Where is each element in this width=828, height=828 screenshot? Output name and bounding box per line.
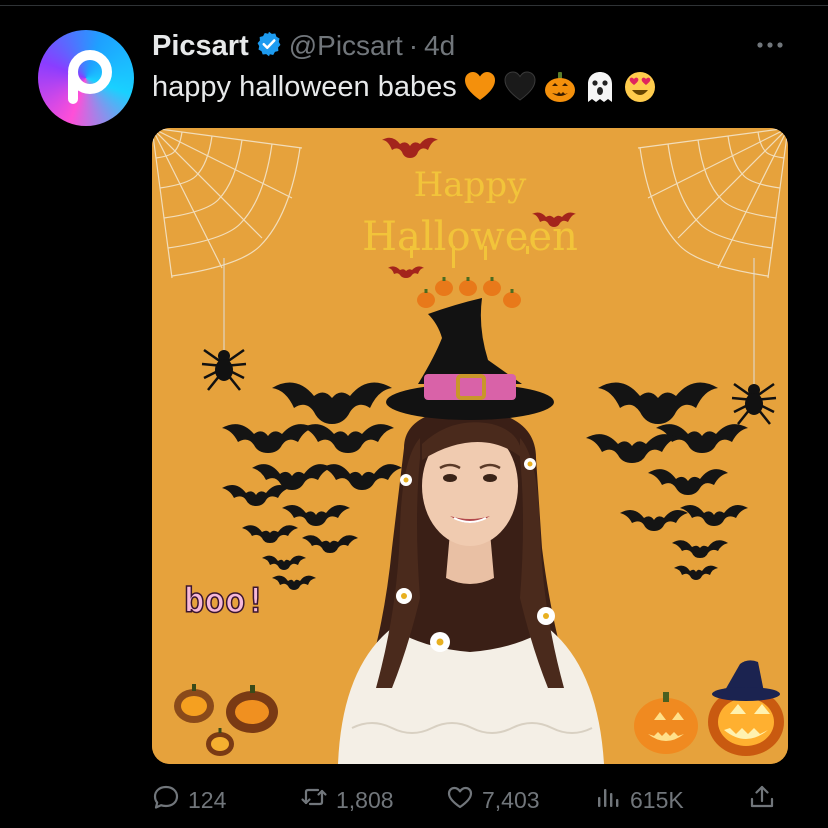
repost-button[interactable]: 1,808 bbox=[300, 780, 394, 820]
tweet-text: happy halloween babes bbox=[152, 70, 657, 104]
tweet-header: Picsart @Picsart · 4d bbox=[152, 28, 455, 64]
views-button[interactable]: 615K bbox=[594, 780, 684, 820]
reply-icon bbox=[152, 783, 180, 817]
repost-icon bbox=[300, 783, 328, 817]
avatar[interactable] bbox=[38, 30, 134, 126]
heart-icon bbox=[446, 783, 474, 817]
share-button[interactable] bbox=[748, 780, 776, 820]
media-title-line1: Happy bbox=[414, 165, 527, 205]
tweet-timestamp[interactable]: 4d bbox=[424, 30, 455, 62]
author-name[interactable]: Picsart bbox=[152, 30, 249, 63]
reply-button[interactable]: 124 bbox=[152, 780, 226, 820]
tweet-media-image[interactable]: Happy Halloween boo! bbox=[152, 128, 788, 764]
reply-count: 124 bbox=[188, 786, 227, 813]
orange-heart-icon bbox=[463, 70, 497, 104]
picsart-logo-icon bbox=[56, 48, 116, 108]
black-heart-icon bbox=[503, 70, 537, 104]
boo-text: boo! bbox=[184, 581, 266, 621]
more-options-icon[interactable] bbox=[752, 30, 788, 60]
top-divider bbox=[0, 5, 828, 6]
ghost-icon bbox=[583, 70, 617, 104]
like-count: 7,403 bbox=[482, 786, 540, 813]
jack-o-lantern-icon bbox=[543, 70, 577, 104]
author-handle[interactable]: @Picsart bbox=[289, 30, 403, 62]
repost-count: 1,808 bbox=[336, 786, 394, 813]
tweet-text-body: happy halloween babes bbox=[152, 70, 457, 103]
header-separator: · bbox=[408, 30, 419, 61]
like-button[interactable]: 7,403 bbox=[446, 780, 540, 820]
share-icon bbox=[748, 783, 776, 817]
tweet-action-bar: 124 1,808 7,403 615K bbox=[152, 780, 792, 820]
views-chart-icon bbox=[594, 783, 622, 817]
views-count: 615K bbox=[630, 786, 684, 813]
verified-badge-icon bbox=[255, 30, 283, 63]
media-title-line2: Halloween bbox=[362, 214, 578, 260]
heart-eyes-face-icon bbox=[623, 70, 657, 104]
